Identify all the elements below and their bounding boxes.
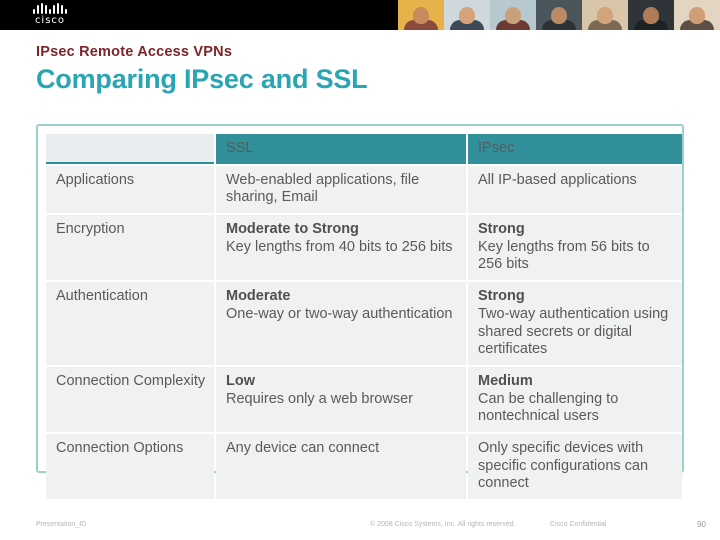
person-photo-2	[444, 0, 490, 30]
cell-ssl-applications: Web-enabled applications, file sharing, …	[216, 165, 466, 214]
person-photo-7	[674, 0, 720, 30]
header-ssl: SSL	[216, 134, 466, 164]
cell-ssl-authentication: Moderate One-way or two-way authenticati…	[216, 282, 466, 365]
cell-text: Can be challenging to nontechnical users	[478, 390, 619, 425]
cell-strong: Moderate	[226, 288, 291, 305]
footer-copyright: © 2008 Cisco Systems, Inc. All rights re…	[370, 521, 516, 528]
cell-text: Key lengths from 56 bits to 256 bits	[478, 238, 650, 273]
cell-ssl-connection-options: Any device can connect	[216, 433, 466, 499]
cisco-bridge-icon	[12, 3, 88, 14]
table-row: Connection Options Any device can connec…	[46, 433, 682, 499]
cell-text: Any device can connect	[226, 439, 380, 456]
footer-confidential: Cisco Confidential	[550, 521, 607, 528]
row-label-connection-options: Connection Options	[46, 433, 214, 499]
row-label-encryption: Encryption	[46, 215, 214, 281]
table-row: Encryption Moderate to Strong Key length…	[46, 215, 682, 281]
cell-ipsec-authentication: Strong Two-way authentication using shar…	[468, 282, 682, 365]
comparison-table: SSL IPsec Applications Web-enabled appli…	[44, 132, 684, 501]
person-photo-6	[628, 0, 674, 30]
cell-text: Only specific devices with specific conf…	[478, 439, 649, 492]
cell-text: Requires only a web browser	[226, 390, 413, 407]
cell-ipsec-connection-complexity: Medium Can be challenging to nontechnica…	[468, 366, 682, 432]
slide-eyebrow: IPsec Remote Access VPNs	[36, 44, 233, 60]
cell-ipsec-connection-options: Only specific devices with specific conf…	[468, 433, 682, 499]
cell-ssl-connection-complexity: Low Requires only a web browser	[216, 366, 466, 432]
table-row: Connection Complexity Low Requires only …	[46, 366, 682, 432]
header-ipsec: IPsec	[468, 134, 682, 164]
page-title: Comparing IPsec and SSL	[36, 64, 368, 94]
comparison-table-card: SSL IPsec Applications Web-enabled appli…	[36, 124, 684, 499]
cell-strong: Strong	[478, 288, 525, 305]
footer-page-number: 90	[697, 520, 706, 529]
table-row: Applications Web-enabled applications, f…	[46, 165, 682, 214]
person-photo-5	[582, 0, 628, 30]
cell-text: All IP-based applications	[478, 171, 637, 188]
slide-footer: Presentation_ID © 2008 Cisco Systems, In…	[0, 500, 720, 540]
row-label-applications: Applications	[46, 165, 214, 214]
cisco-logo: cisco	[12, 3, 88, 27]
footer-presentation-id: Presentation_ID	[36, 521, 87, 528]
table-row: Authentication Moderate One-way or two-w…	[46, 282, 682, 365]
top-banner: cisco	[0, 0, 720, 30]
cell-strong: Medium	[478, 372, 533, 389]
cell-ipsec-encryption: Strong Key lengths from 56 bits to 256 b…	[468, 215, 682, 281]
person-photo-4	[536, 0, 582, 30]
cell-ssl-encryption: Moderate to Strong Key lengths from 40 b…	[216, 215, 466, 281]
row-label-authentication: Authentication	[46, 282, 214, 365]
cell-text: One-way or two-way authentication	[226, 305, 453, 322]
person-photo-3	[490, 0, 536, 30]
cell-text: Two-way authentication using shared secr…	[478, 305, 669, 358]
cell-strong: Low	[226, 372, 255, 389]
cell-strong: Strong	[478, 221, 525, 238]
cell-text: Web-enabled applications, file sharing, …	[226, 171, 420, 206]
row-label-connection-complexity: Connection Complexity	[46, 366, 214, 432]
cell-ipsec-applications: All IP-based applications	[468, 165, 682, 214]
person-photo-1	[398, 0, 444, 30]
cisco-wordmark: cisco	[34, 15, 66, 26]
header-blank	[46, 134, 214, 164]
table-header-row: SSL IPsec	[46, 134, 682, 164]
cell-strong: Moderate to Strong	[226, 221, 359, 238]
cell-text: Key lengths from 40 bits to 256 bits	[226, 238, 453, 255]
banner-photo-strip	[398, 0, 720, 30]
